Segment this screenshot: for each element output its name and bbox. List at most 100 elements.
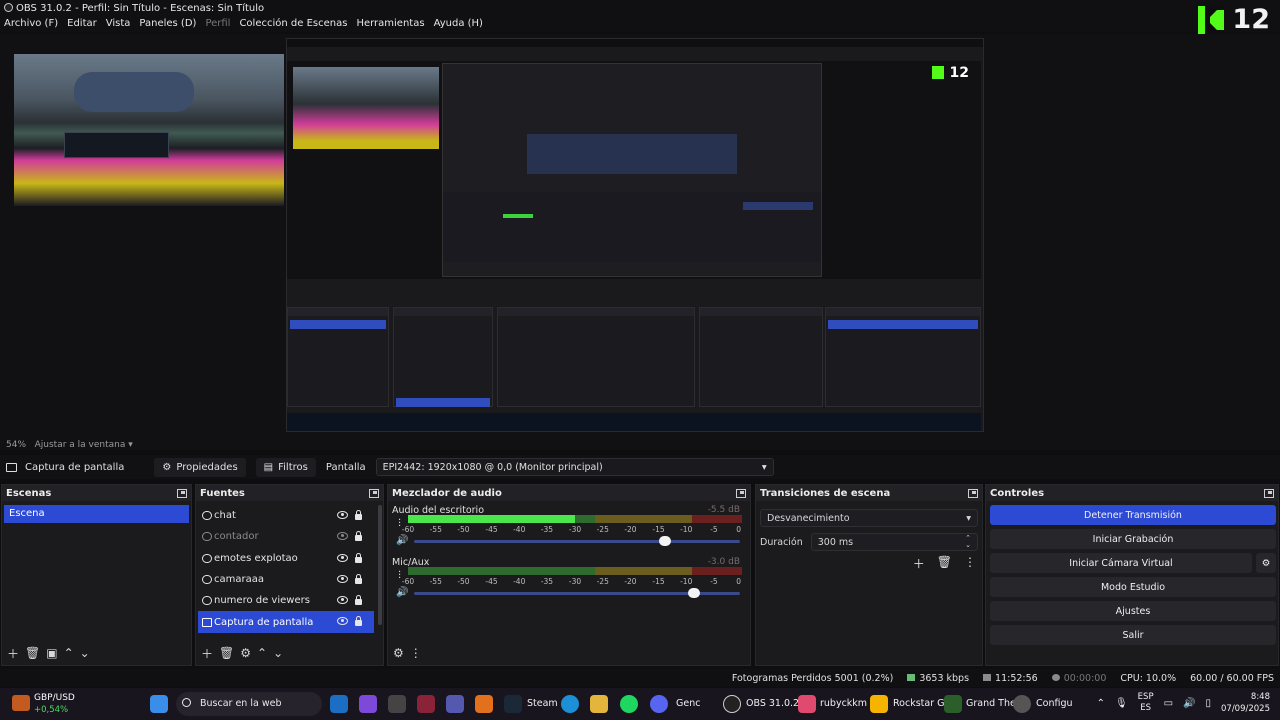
microphone-icon[interactable]: 🎙 — [1115, 698, 1128, 709]
float-dock-icon[interactable] — [177, 488, 187, 498]
menu-herramientas[interactable]: Herramientas — [356, 16, 424, 32]
source-row[interactable]: chat — [198, 505, 374, 526]
obs-label[interactable]: OBS 31.0.2 — [746, 698, 799, 709]
menu-coleccion-escenas[interactable]: Colección de Escenas — [239, 16, 347, 32]
gear-icon[interactable]: ⚙ — [240, 646, 251, 660]
program-preview[interactable]: 12 — [0, 34, 1280, 436]
kebab-menu-icon[interactable]: · · · — [398, 568, 401, 584]
start-virtual-cam-button[interactable]: Iniciar Cámara Virtual — [990, 553, 1252, 573]
source-row[interactable]: Captura de pantalla — [198, 611, 374, 633]
folder-icon[interactable] — [590, 695, 608, 713]
source-row[interactable]: contador — [198, 526, 374, 547]
menu-editar[interactable]: Editar — [67, 16, 97, 32]
properties-button[interactable]: ⚙ Propiedades — [154, 457, 246, 477]
volume-knob[interactable] — [688, 588, 701, 598]
stop-stream-button[interactable]: Detener Transmisión — [990, 505, 1276, 525]
settings-gear-icon[interactable] — [1013, 695, 1031, 713]
move-up-icon[interactable]: ⌃ — [64, 646, 74, 660]
lock-icon[interactable] — [355, 595, 362, 606]
gear-icon[interactable]: ⚙ — [393, 646, 404, 660]
kebab-menu-icon[interactable]: ⋮ — [410, 646, 422, 660]
copilot-icon[interactable] — [359, 695, 377, 713]
lock-icon[interactable] — [355, 573, 362, 584]
fit-window-dropdown[interactable]: Ajustar a la ventana — [35, 440, 126, 450]
steam-icon[interactable] — [504, 695, 522, 713]
menu-archivo[interactable]: Archivo (F) — [4, 16, 58, 32]
eye-hidden-icon[interactable] — [337, 532, 348, 541]
chevron-up-icon[interactable]: ⌃ — [1097, 698, 1105, 709]
eye-icon[interactable] — [337, 617, 348, 626]
kebab-menu-icon[interactable]: · · · — [398, 516, 401, 532]
float-dock-icon[interactable] — [736, 488, 746, 498]
discord-icon[interactable] — [650, 695, 668, 713]
settings-label[interactable]: Configu — [1036, 698, 1073, 709]
app-icon[interactable] — [417, 695, 435, 713]
float-dock-icon[interactable] — [369, 488, 379, 498]
filters-button[interactable]: ▤ Filtros — [255, 457, 316, 477]
transition-select[interactable]: Desvanecimiento ▾ — [760, 509, 978, 527]
eye-icon[interactable] — [337, 574, 348, 583]
start-icon[interactable] — [150, 695, 168, 713]
rockstar-label[interactable]: Rockstar G — [893, 698, 945, 709]
gta-label[interactable]: Grand The — [966, 698, 1016, 709]
teams-icon[interactable] — [446, 695, 464, 713]
menu-ayuda[interactable]: Ayuda (H) — [434, 16, 483, 32]
exit-button[interactable]: Salir — [990, 625, 1276, 645]
monitor-icon[interactable]: ▭ — [1164, 698, 1173, 709]
gear-icon[interactable]: ⚙ — [1256, 553, 1276, 573]
start-recording-button[interactable]: Iniciar Grabación — [990, 529, 1276, 549]
rockstar-icon[interactable] — [870, 695, 888, 713]
lock-icon[interactable] — [355, 616, 362, 627]
volume-slider[interactable]: 🔊 — [394, 587, 744, 599]
float-dock-icon[interactable] — [968, 488, 978, 498]
trash-icon[interactable]: 🗑 — [25, 646, 40, 660]
battery-icon[interactable]: ▯ — [1205, 698, 1211, 709]
taskbar-app-label[interactable]: rubyckkm — [820, 698, 867, 709]
store-icon[interactable] — [388, 695, 406, 713]
source-row[interactable]: numero de viewers — [198, 590, 374, 611]
source-row[interactable]: emotes explotao — [198, 548, 374, 569]
add-icon[interactable]: ＋ — [201, 645, 213, 662]
kebab-menu-icon[interactable]: ⋮ — [964, 555, 976, 572]
language-indicator[interactable]: ESP ES — [1138, 692, 1154, 714]
scene-item-escena[interactable]: Escena — [4, 505, 189, 523]
taskbar-app-label[interactable]: Genc — [676, 698, 700, 709]
chevron-down-icon[interactable]: ▾ — [128, 440, 133, 450]
obs-icon[interactable] — [723, 695, 741, 713]
volume-knob[interactable] — [659, 536, 672, 546]
eye-icon[interactable] — [337, 511, 348, 519]
settings-button[interactable]: Ajustes — [990, 601, 1276, 621]
source-row[interactable]: camaraaa — [198, 569, 374, 590]
trash-icon[interactable]: 🗑 — [219, 646, 234, 660]
trash-icon[interactable]: 🗑 — [937, 555, 952, 572]
spin-arrows-icon[interactable]: ⌃ ⌄ — [965, 535, 971, 549]
eye-icon[interactable] — [337, 596, 348, 605]
speaker-icon[interactable]: 🔊 — [396, 535, 408, 546]
menu-perfil[interactable]: Perfil — [205, 16, 230, 32]
move-up-icon[interactable]: ⌃ — [257, 646, 267, 660]
app-icon[interactable] — [798, 695, 816, 713]
taskbar-search[interactable]: Buscar en la web — [176, 692, 322, 716]
spotify-icon[interactable] — [620, 695, 638, 713]
eye-icon[interactable] — [337, 553, 348, 562]
gta-icon[interactable] — [944, 695, 962, 713]
move-down-icon[interactable]: ⌄ — [273, 646, 283, 660]
screen-select[interactable]: EPI2442: 1920x1080 @ 0,0 (Monitor princi… — [375, 458, 774, 476]
menu-vista[interactable]: Vista — [106, 16, 131, 32]
app-icon[interactable] — [475, 695, 493, 713]
float-dock-icon[interactable] — [1264, 488, 1274, 498]
speaker-icon[interactable]: 🔊 — [396, 587, 408, 598]
menu-paneles[interactable]: Paneles (D) — [139, 16, 196, 32]
duration-spinbox[interactable]: 300 ms ⌃ ⌄ — [810, 533, 978, 551]
lock-icon[interactable] — [355, 552, 362, 563]
lock-icon[interactable] — [355, 531, 362, 542]
edge-icon[interactable] — [561, 695, 579, 713]
sources-scrollbar[interactable] — [378, 505, 382, 625]
clock[interactable]: 8:48 07/09/2025 — [1221, 691, 1270, 715]
volume-icon[interactable]: 🔊 — [1183, 698, 1195, 709]
add-icon[interactable]: ＋ — [913, 555, 925, 572]
widgets-button[interactable]: GBP/USD +0,54% — [12, 691, 102, 717]
filter-icon[interactable]: ▣ — [46, 646, 57, 660]
lock-icon[interactable] — [355, 510, 362, 520]
volume-track[interactable] — [414, 540, 740, 543]
